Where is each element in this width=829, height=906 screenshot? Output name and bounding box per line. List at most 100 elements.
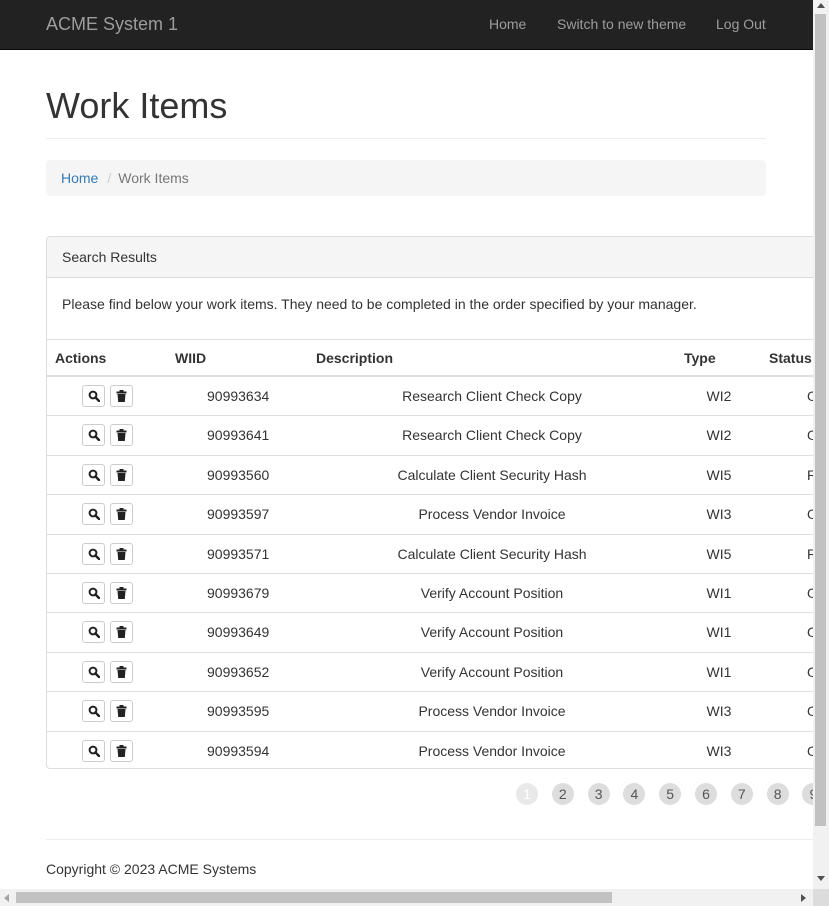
cell-description: Research Client Check Copy xyxy=(402,427,582,444)
cell-type: WI3 xyxy=(706,703,732,720)
delete-button[interactable] xyxy=(110,385,133,407)
cell-type: WI1 xyxy=(706,663,732,680)
delete-button[interactable] xyxy=(110,660,133,683)
trash-icon xyxy=(116,744,127,757)
header-status[interactable]: Status xyxy=(769,340,812,376)
cell-description: Verify Account Position xyxy=(420,624,564,641)
table-row: 90993571 Calculate Client Security Hash WI… xyxy=(47,535,829,574)
cell-type: WI3 xyxy=(706,506,732,523)
search-icon xyxy=(88,626,100,639)
cell-description: Research Client Check Copy xyxy=(402,388,582,404)
view-button[interactable] xyxy=(82,463,105,486)
cell-description: Calculate Client Security Hash xyxy=(397,545,587,562)
cell-type: WI2 xyxy=(706,427,732,444)
page-8-button[interactable]: 8 xyxy=(766,783,789,805)
cell-description: Process Vendor Invoice xyxy=(418,703,566,720)
view-button[interactable] xyxy=(82,660,105,683)
delete-button[interactable] xyxy=(110,700,133,723)
header-actions: Actions xyxy=(55,350,107,366)
vertical-scrollbar[interactable] xyxy=(813,0,829,889)
cell-wiid: 90993634 xyxy=(207,388,270,404)
table-row: 90993634Research Client Check CopyWI2O xyxy=(47,377,829,417)
search-icon xyxy=(88,587,100,599)
nav-logout-link[interactable]: Log Out xyxy=(716,16,766,32)
cell-wiid: 90993597 xyxy=(207,506,270,523)
vertical-scroll-thumb[interactable] xyxy=(815,14,826,826)
cell-wiid: 90993649 xyxy=(207,624,270,641)
view-button[interactable] xyxy=(82,503,105,526)
nav-home-link[interactable]: Home xyxy=(489,16,526,32)
trash-icon xyxy=(116,626,127,639)
horizontal-scroll-thumb[interactable] xyxy=(16,892,612,903)
panel-message: Please find below your work items. They … xyxy=(62,296,697,312)
page-5-button[interactable]: 5 xyxy=(659,783,682,805)
breadcrumb-separator: / xyxy=(107,170,112,186)
page-7-button[interactable]: 7 xyxy=(730,783,753,805)
view-button[interactable] xyxy=(82,581,105,604)
cell-wiid: 90993560 xyxy=(207,466,270,483)
cell-description: Process Vendor Invoice xyxy=(418,742,566,759)
table-row: 90993652Verify Account PositionWI1O xyxy=(47,653,829,693)
view-button[interactable] xyxy=(82,424,105,447)
cell-type: WI5 xyxy=(706,466,732,483)
footer-divider xyxy=(46,839,813,840)
search-icon xyxy=(88,745,100,757)
scroll-down-arrow-icon[interactable] xyxy=(817,876,825,881)
header-type[interactable]: Type xyxy=(684,340,716,376)
page-1-button[interactable]: 1 xyxy=(516,783,538,805)
cell-description: Calculate Client Security Hash xyxy=(397,466,587,483)
trash-icon xyxy=(116,429,127,442)
search-icon xyxy=(88,469,100,481)
page-4-button[interactable]: 4 xyxy=(623,783,646,805)
scroll-left-arrow-icon[interactable] xyxy=(4,894,9,902)
delete-button[interactable] xyxy=(110,581,133,604)
view-button[interactable] xyxy=(82,700,105,723)
search-icon xyxy=(88,666,100,678)
view-button[interactable] xyxy=(82,621,105,644)
header-wiid[interactable]: WIID xyxy=(175,340,206,376)
page-2-button[interactable]: 2 xyxy=(551,783,574,805)
page-3-button[interactable]: 3 xyxy=(587,783,610,805)
search-icon xyxy=(88,429,100,442)
work-items-table-body: 90993634Research Client Check CopyWI2O90… xyxy=(47,377,829,768)
delete-button[interactable] xyxy=(110,621,133,644)
horizontal-scrollbar[interactable] xyxy=(0,889,813,906)
delete-button[interactable] xyxy=(110,542,133,565)
scroll-up-arrow-icon[interactable] xyxy=(817,3,825,8)
breadcrumb-home-link[interactable]: Home xyxy=(61,170,98,186)
table-row: 90993649Verify Account PositionWI1O xyxy=(47,613,829,653)
cell-type: WI1 xyxy=(706,624,732,641)
header-description[interactable]: Description xyxy=(316,340,393,376)
cell-description: Verify Account Position xyxy=(420,663,564,680)
breadcrumb: Home / Work Items xyxy=(46,160,766,196)
view-button[interactable] xyxy=(82,739,105,762)
trash-icon xyxy=(116,508,127,521)
title-divider xyxy=(46,138,766,139)
nav-switch-theme-link[interactable]: Switch to new theme xyxy=(557,16,686,32)
cell-description: Verify Account Position xyxy=(420,584,564,601)
table-row: 90993594Process Vendor InvoiceWI3O xyxy=(47,732,829,768)
scrollbar-corner xyxy=(813,889,829,906)
search-results-panel: Search Results Please find below your wo… xyxy=(46,236,829,769)
page-6-button[interactable]: 6 xyxy=(695,783,717,805)
trash-icon xyxy=(116,665,127,678)
view-button[interactable] xyxy=(82,385,105,407)
delete-button[interactable] xyxy=(110,424,133,447)
cell-wiid: 90993652 xyxy=(207,663,270,680)
trash-icon xyxy=(116,547,127,560)
trash-icon xyxy=(116,390,127,402)
trash-icon xyxy=(116,586,127,599)
brand-link[interactable]: ACME System 1 xyxy=(46,14,178,35)
delete-button[interactable] xyxy=(110,503,133,526)
cell-wiid: 90993679 xyxy=(207,584,270,601)
search-icon xyxy=(88,508,100,521)
trash-icon xyxy=(116,705,127,718)
delete-button[interactable] xyxy=(110,739,133,762)
delete-button[interactable] xyxy=(110,463,133,486)
table-row: 90993641Research Client Check CopyWI2O xyxy=(47,416,829,456)
view-button[interactable] xyxy=(82,542,105,565)
cell-wiid: 90993571 xyxy=(207,545,270,562)
table-row: 90993595Process Vendor InvoiceWI3O xyxy=(47,692,829,732)
scroll-right-arrow-icon[interactable] xyxy=(801,894,806,902)
breadcrumb-current: Work Items xyxy=(118,170,189,186)
